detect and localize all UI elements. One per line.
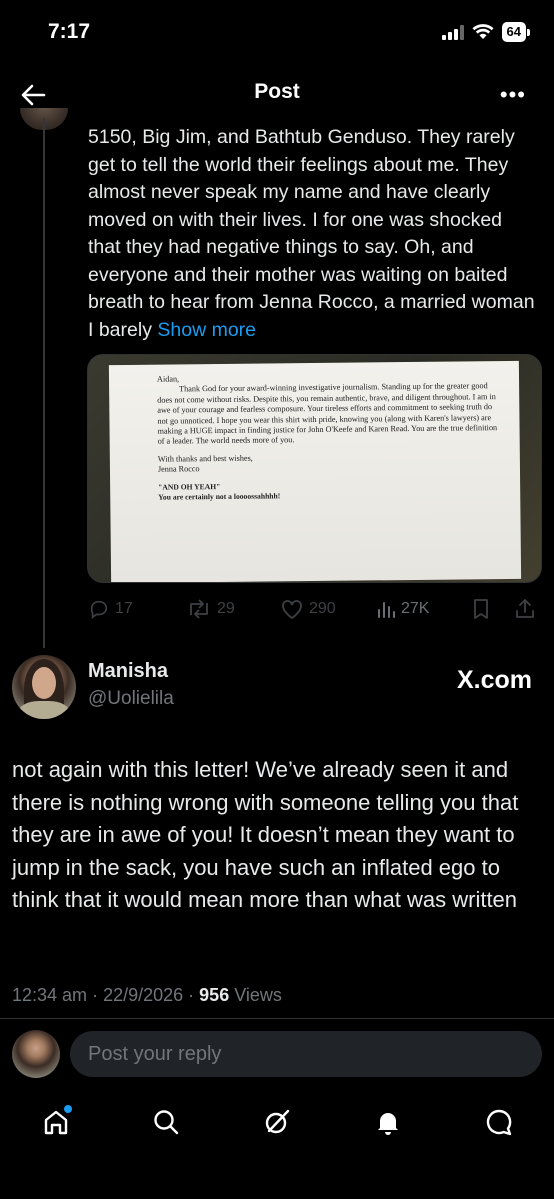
grok-icon xyxy=(265,1109,290,1134)
letter-photo[interactable]: Aidan, Thank God for your award-winning … xyxy=(87,354,542,583)
thread-line xyxy=(43,118,45,648)
parent-post-actions: 17 29 290 27K xyxy=(88,596,538,622)
reply-action[interactable]: 17 xyxy=(88,598,133,620)
post-time: 12:34 am xyxy=(12,985,88,1005)
divider xyxy=(0,1018,554,1019)
letter-body: Thank God for your award-winning investi… xyxy=(157,381,498,447)
page-title: Post xyxy=(254,80,300,103)
more-options-icon[interactable]: ••• xyxy=(500,82,526,108)
tab-home[interactable] xyxy=(38,1104,74,1140)
post-views-count: 956 xyxy=(199,985,230,1005)
repost-icon xyxy=(190,599,208,619)
repost-count: 29 xyxy=(217,600,235,617)
like-action[interactable]: 290 xyxy=(280,598,336,620)
tab-messages[interactable] xyxy=(481,1104,517,1140)
status-bar: 7:17 64 xyxy=(0,0,554,66)
status-icons: 64 xyxy=(441,22,530,42)
post-views-label: Views xyxy=(234,985,282,1005)
letter-paper: Aidan, Thank God for your award-winning … xyxy=(108,360,522,582)
post-date: 22/9/2026 xyxy=(103,985,184,1005)
top-bar: Post ••• xyxy=(0,70,554,118)
search-icon xyxy=(154,1110,179,1135)
post-text: not again with this letter! We’ve alread… xyxy=(12,757,519,912)
letter-ps-line: You are certainly not a loooossahhhh! xyxy=(158,491,281,502)
notification-dot xyxy=(64,1105,72,1113)
avatar[interactable] xyxy=(12,655,76,719)
author-handle[interactable]: @Uolielila xyxy=(88,688,174,710)
battery-icon: 64 xyxy=(501,22,530,42)
signal-icon xyxy=(441,24,464,40)
heart-icon xyxy=(282,600,302,620)
bookmark-icon xyxy=(474,599,488,619)
notifications-icon xyxy=(378,1113,398,1135)
parent-post-text: 5150, Big Jim, and Bathtub Genduso. They… xyxy=(88,124,538,344)
author-name[interactable]: Manisha xyxy=(88,660,168,683)
tab-search[interactable] xyxy=(148,1104,184,1140)
reply-input[interactable]: Post your reply xyxy=(70,1031,542,1077)
post-meta: 12:34 am · 22/9/2026 · 956 Views xyxy=(12,985,282,1005)
bottom-tab-bar xyxy=(0,1098,554,1148)
wifi-icon xyxy=(472,24,494,39)
source-label: X.com xyxy=(456,666,532,694)
bookmark-action[interactable] xyxy=(472,598,490,620)
show-more-link[interactable]: Show more xyxy=(157,319,256,341)
like-count: 290 xyxy=(309,600,336,617)
reply-count: 17 xyxy=(115,600,133,617)
reply-icon xyxy=(90,600,108,619)
composer-avatar xyxy=(12,1030,60,1078)
share-icon xyxy=(516,599,534,618)
share-action[interactable] xyxy=(514,598,536,620)
messages-icon xyxy=(486,1109,512,1136)
views-action[interactable]: 27K xyxy=(376,599,429,619)
analytics-icon xyxy=(378,602,395,618)
tab-grok[interactable] xyxy=(259,1104,295,1140)
repost-action[interactable]: 29 xyxy=(186,598,235,620)
parent-post-body: 5150, Big Jim, and Bathtub Genduso. They… xyxy=(88,126,535,341)
battery-level: 64 xyxy=(501,22,526,42)
status-time: 7:17 xyxy=(48,20,91,43)
tab-notifications[interactable] xyxy=(370,1104,406,1140)
view-count: 27K xyxy=(401,600,430,617)
